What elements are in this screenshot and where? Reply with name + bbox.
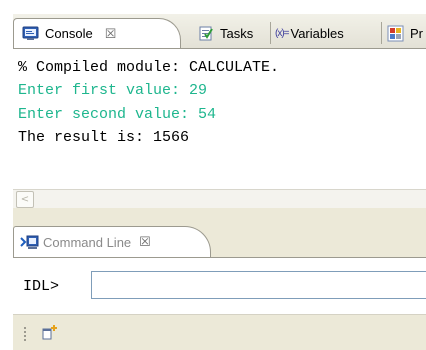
idl-prompt: IDL> (23, 278, 60, 295)
view-tab-bar: Console ☒ Tasks (x)= Variables Pr (13, 14, 426, 49)
tasks-icon (199, 26, 213, 40)
tab-command-line[interactable]: Command Line ☒ (13, 226, 211, 257)
console-line: % Compiled module: CALCULATE. (18, 59, 280, 76)
command-line-icon (20, 235, 39, 249)
problems-icon (387, 25, 404, 41)
command-line-tab-bar: Command Line ☒ (13, 221, 426, 258)
tab-variables-label: Variables (290, 25, 344, 41)
tab-console-label: Console (45, 26, 93, 41)
console-input-line: Enter first value: 29 (18, 82, 208, 99)
horizontal-scrollbar[interactable]: < (13, 189, 426, 208)
fast-view-bar (13, 314, 426, 350)
tab-tasks[interactable]: Tasks (193, 18, 257, 48)
close-icon[interactable]: ☒ (105, 26, 117, 42)
command-input[interactable] (91, 271, 426, 299)
tab-command-line-label: Command Line (43, 234, 132, 250)
tab-variables[interactable]: (x)= Variables (271, 18, 348, 48)
tab-problems-label: Pr (410, 25, 423, 41)
tab-divider (381, 22, 382, 44)
fast-view-icon[interactable] (41, 323, 59, 341)
toolbar-grip[interactable] (24, 327, 26, 343)
command-line-panel: IDL> (13, 258, 426, 314)
tab-problems[interactable]: Pr (383, 18, 426, 48)
workbench-frame: Console ☒ Tasks (x)= Variables Pr % Comp… (13, 14, 426, 350)
variables-icon: (x)= (275, 27, 289, 39)
close-icon[interactable]: ☒ (139, 234, 151, 250)
console-line: The result is: 1566 (18, 129, 190, 146)
tab-tasks-label: Tasks (220, 25, 254, 41)
console-icon (22, 26, 39, 40)
scroll-left-button[interactable]: < (16, 191, 34, 208)
tab-console[interactable]: Console ☒ (13, 18, 181, 48)
console-output[interactable]: % Compiled module: CALCULATE. Enter firs… (13, 49, 426, 202)
console-input-line: Enter second value: 54 (18, 106, 217, 123)
